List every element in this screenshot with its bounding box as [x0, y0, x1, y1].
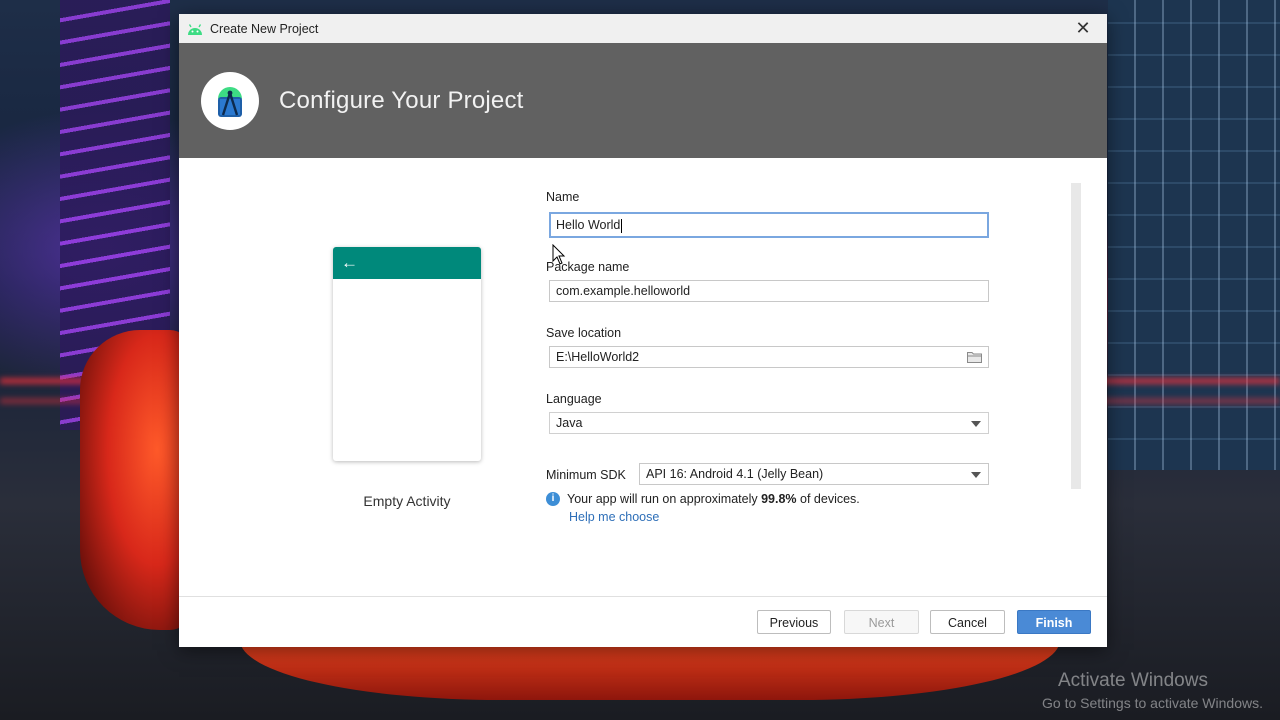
background-car: [80, 330, 190, 630]
android-icon: [188, 23, 202, 35]
previous-button[interactable]: Previous: [757, 610, 831, 634]
back-arrow-icon: ←: [341, 253, 358, 272]
minimum-sdk-label: Minimum SDK: [546, 468, 626, 482]
create-project-dialog: Create New Project ✕ Configure Your Proj…: [179, 14, 1107, 647]
save-location-value: E:\HelloWorld2: [556, 350, 640, 364]
save-location-label: Save location: [546, 326, 622, 340]
page-title: Configure Your Project: [279, 86, 524, 114]
folder-icon[interactable]: [967, 351, 982, 363]
text-cursor: [621, 218, 623, 233]
coverage-suffix: of devices.: [796, 492, 860, 506]
content-scrollbar[interactable]: [1071, 183, 1081, 489]
next-button[interactable]: Next: [844, 610, 919, 634]
activate-windows-subtitle: Go to Settings to activate Windows.: [1042, 695, 1263, 711]
dropdown-arrow-icon: [971, 472, 981, 478]
dropdown-arrow-icon: [971, 421, 981, 427]
dialog-title: Create New Project: [210, 21, 319, 36]
language-label: Language: [546, 392, 602, 406]
info-icon: i: [546, 492, 560, 506]
android-studio-logo-icon: [201, 71, 259, 130]
package-name-field[interactable]: com.example.helloworld: [549, 280, 989, 302]
minimum-sdk-select[interactable]: API 16: Android 4.1 (Jelly Bean): [639, 463, 989, 485]
name-label: Name: [546, 190, 580, 204]
dialog-titlebar: Create New Project ✕: [179, 14, 1107, 43]
save-location-field[interactable]: E:\HelloWorld2: [549, 346, 989, 368]
background-car-body: [240, 640, 1060, 700]
cancel-button[interactable]: Cancel: [930, 610, 1005, 634]
device-coverage-info: i Your app will run on approximately 99.…: [546, 492, 860, 506]
dialog-header-banner: Configure Your Project: [179, 43, 1107, 158]
language-select[interactable]: Java: [549, 412, 989, 434]
preview-toolbar: ←: [333, 247, 481, 279]
name-value: Hello World: [556, 218, 621, 232]
coverage-percent: 99.8%: [761, 492, 797, 506]
dialog-content: ← Empty Activity Name Hello World Packag…: [179, 158, 1107, 596]
template-label: Empty Activity: [363, 493, 451, 509]
finish-button[interactable]: Finish: [1017, 610, 1091, 634]
language-value: Java: [556, 416, 583, 430]
package-name-value: com.example.helloworld: [556, 284, 691, 298]
close-icon[interactable]: ✕: [1073, 18, 1093, 38]
mouse-pointer-icon: [552, 244, 566, 265]
name-field[interactable]: Hello World: [549, 212, 989, 238]
dialog-footer: Previous Next Cancel Finish: [179, 596, 1107, 647]
coverage-prefix: Your app will run on approximately: [567, 492, 762, 506]
activate-windows-title: Activate Windows: [1058, 670, 1208, 691]
minimum-sdk-value: API 16: Android 4.1 (Jelly Bean): [646, 467, 824, 481]
activity-preview: ←: [333, 247, 481, 461]
help-me-choose-link[interactable]: Help me choose: [569, 510, 659, 524]
